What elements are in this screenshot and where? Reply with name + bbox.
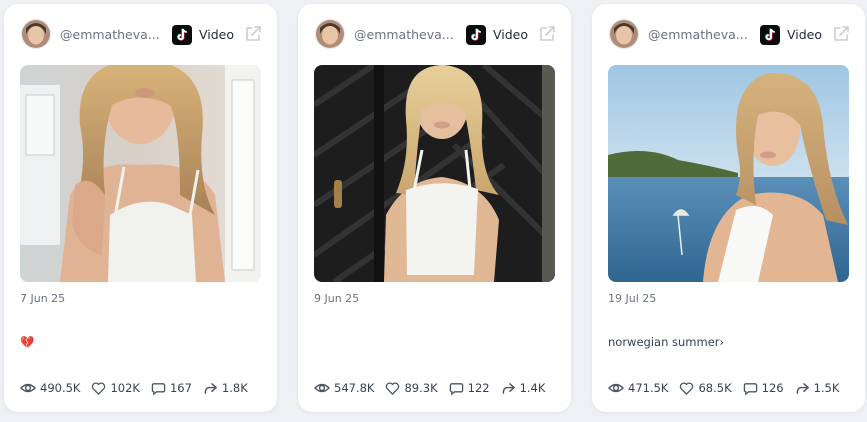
shares-stat: 1.5K	[795, 381, 840, 396]
post-type-label: Video	[787, 27, 823, 42]
heart-icon	[680, 381, 694, 395]
account-handle[interactable]: @emmatheva...	[648, 27, 748, 42]
comments-count: 126	[761, 381, 784, 395]
external-link-icon[interactable]	[538, 25, 556, 43]
tiktok-icon	[760, 25, 780, 45]
shares-stat: 1.4K	[501, 381, 546, 396]
account-handle[interactable]: @emmatheva...	[354, 27, 454, 42]
tiktok-icon	[172, 25, 192, 45]
post-type-label: Video	[493, 27, 529, 42]
external-link-icon[interactable]	[832, 25, 850, 43]
post-thumbnail[interactable]	[20, 65, 261, 282]
post-stats: 490.5K 102K 167 1.8K	[20, 380, 259, 396]
views-stat: 471.5K	[608, 380, 668, 396]
views-count: 471.5K	[628, 381, 669, 395]
post-thumbnail[interactable]	[608, 65, 849, 282]
post-date: 7 Jun 25	[20, 292, 66, 305]
shares-count: 1.5K	[813, 381, 840, 395]
heart-icon	[386, 381, 400, 395]
tiktok-icon	[466, 25, 486, 45]
avatar[interactable]	[316, 20, 344, 48]
comment-icon	[151, 382, 166, 396]
post-date: 19 Jul 25	[608, 292, 657, 305]
likes-count: 102K	[110, 381, 140, 395]
avatar[interactable]	[610, 20, 638, 48]
heart-icon	[92, 381, 106, 395]
comments-count: 167	[169, 381, 192, 395]
post-card[interactable]: @emmatheva... Video	[4, 4, 277, 412]
comments-stat: 167	[151, 381, 192, 396]
external-link-icon[interactable]	[244, 25, 262, 43]
share-icon	[796, 382, 809, 394]
post-card[interactable]: @emmatheva... Video	[592, 4, 865, 412]
shares-count: 1.8K	[221, 381, 248, 395]
avatar[interactable]	[22, 20, 50, 48]
account-handle[interactable]: @emmatheva...	[60, 27, 160, 42]
eye-icon	[314, 383, 330, 393]
views-count: 490.5K	[40, 381, 81, 395]
post-stats: 471.5K 68.5K 126 1.5K	[608, 380, 850, 396]
post-type-label: Video	[199, 27, 235, 42]
views-stat: 547.8K	[314, 380, 374, 396]
comment-icon	[743, 382, 757, 396]
post-stats: 547.8K 89.3K 122 1.4K	[314, 380, 556, 396]
post-card[interactable]: @emmatheva... Video	[298, 4, 571, 412]
likes-count: 68.5K	[698, 381, 732, 395]
views-stat: 490.5K	[20, 380, 80, 396]
comments-stat: 126	[743, 381, 784, 396]
shares-count: 1.4K	[519, 381, 546, 395]
likes-stat: 68.5K	[679, 381, 732, 396]
post-caption: norwegian summer›	[608, 335, 725, 349]
comments-count: 122	[467, 381, 490, 395]
comments-stat: 122	[449, 381, 490, 396]
post-date: 9 Jun 25	[314, 292, 360, 305]
shares-stat: 1.8K	[203, 381, 248, 396]
comment-icon	[449, 382, 463, 396]
eye-icon	[20, 383, 36, 393]
views-count: 547.8K	[334, 381, 375, 395]
post-thumbnail[interactable]	[314, 65, 555, 282]
likes-count: 89.3K	[404, 381, 438, 395]
eye-icon	[608, 383, 624, 393]
likes-stat: 89.3K	[385, 381, 438, 396]
post-caption: 💔	[20, 335, 35, 349]
share-icon	[502, 382, 515, 394]
share-icon	[204, 382, 217, 394]
likes-stat: 102K	[91, 381, 140, 396]
